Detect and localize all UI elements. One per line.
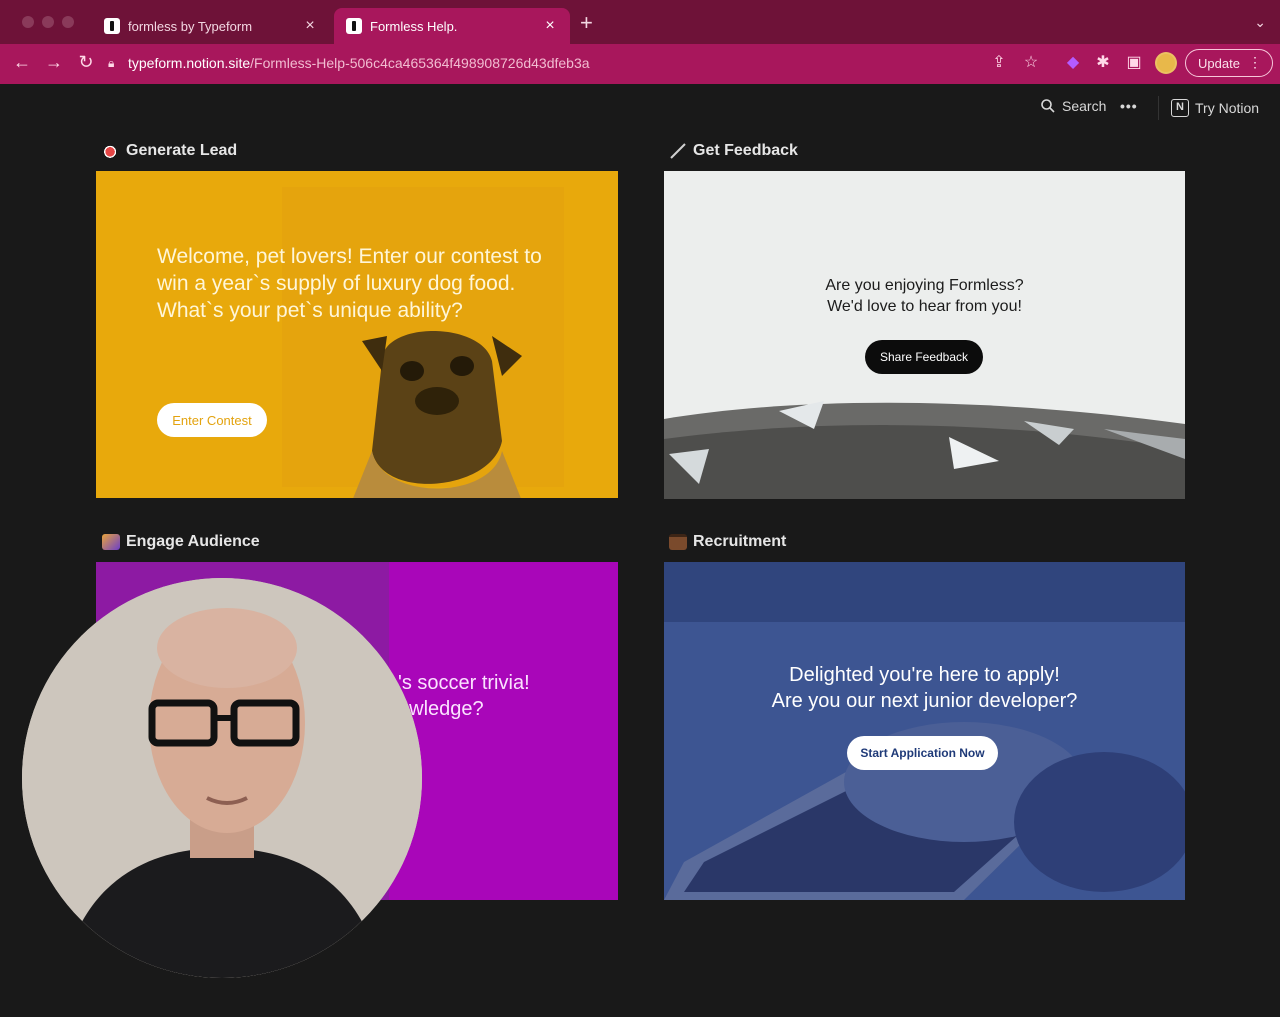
briefcase-icon — [669, 534, 687, 550]
feedback-line-1: Are you enjoying Formless? — [825, 277, 1024, 294]
search-button[interactable]: Search — [1040, 98, 1106, 114]
typeform-favicon-icon — [104, 18, 120, 34]
tab-formless-help[interactable]: Formless Help. × — [334, 8, 570, 44]
back-icon[interactable]: ← — [10, 52, 34, 73]
close-icon[interactable]: × — [302, 17, 318, 35]
search-label: Search — [1062, 98, 1107, 114]
recruit-line-1: Delighted you're here to apply! — [789, 664, 1060, 686]
pug-image — [353, 331, 522, 498]
search-icon — [1041, 99, 1055, 113]
notion-logo-icon: N — [1171, 99, 1189, 117]
section-title-recruitment: Recruitment — [669, 533, 786, 551]
close-icon[interactable]: × — [542, 17, 558, 35]
address-bar[interactable]: 🔒︎ typeform.notion.site/Formless-Help-50… — [108, 48, 1058, 78]
section-title-text: Generate Lead — [126, 142, 238, 159]
tab-title: Formless Help. — [370, 18, 458, 34]
notion-favicon-icon — [346, 18, 362, 34]
section-title-get-feedback: Get Feedback — [669, 142, 798, 160]
engage-line-2: owledge? — [398, 698, 484, 720]
browser-menu-icon[interactable]: ⋮ — [1248, 54, 1262, 71]
url-path: /Formless-Help-506c4ca465364f498908726d4… — [250, 55, 590, 71]
section-title-text: Engage Audience — [126, 533, 260, 550]
engage-line-1: 's soccer trivia! — [398, 672, 530, 694]
section-title-text: Get Feedback — [693, 142, 798, 159]
target-icon — [102, 143, 120, 159]
extensions-puzzle-icon[interactable]: ✱ — [1092, 52, 1114, 72]
get-feedback-card[interactable]: Are you enjoying Formless? We'd love to … — [664, 171, 1185, 499]
share-icon[interactable]: ⇪ — [988, 52, 1010, 72]
presenter-image — [22, 578, 422, 978]
lead-headline: Welcome, pet lovers! Enter our contest t… — [157, 245, 542, 322]
feedback-line-2: We'd love to hear from you! — [827, 298, 1022, 315]
window-close-button[interactable] — [22, 16, 34, 28]
side-panel-icon[interactable]: ▣ — [1123, 52, 1145, 72]
window-zoom-button[interactable] — [62, 16, 74, 28]
generate-lead-card[interactable]: Welcome, pet lovers! Enter our contest t… — [96, 171, 618, 498]
new-tab-icon[interactable]: + — [580, 12, 593, 34]
lock-icon: 🔒︎ — [108, 55, 115, 70]
tab-title: formless by Typeform — [128, 18, 253, 34]
feedback-prompt: Are you enjoying Formless? We'd love to … — [664, 275, 1185, 317]
window-minimize-button[interactable] — [42, 16, 54, 28]
profile-avatar[interactable] — [1155, 52, 1177, 74]
recruitment-card[interactable]: Delighted you're here to apply! Are you … — [664, 562, 1185, 900]
engage-prompt: 's soccer trivia! owledge? — [398, 670, 530, 722]
section-title-generate-lead: Generate Lead — [102, 142, 237, 160]
more-dots-icon: ••• — [1120, 98, 1138, 114]
browser-tab-bar: formless by Typeform × Formless Help. × … — [0, 0, 1280, 44]
laptop-typing-image — [664, 562, 1185, 900]
share-feedback-button[interactable]: Share Feedback — [865, 340, 983, 374]
update-label: Update — [1198, 55, 1240, 71]
section-title-text: Recruitment — [693, 533, 787, 550]
presenter-webcam — [22, 578, 422, 978]
feather-pen-icon — [670, 143, 686, 159]
more-options-button[interactable]: ••• — [1120, 98, 1138, 114]
extension-icon[interactable]: ◆ — [1062, 52, 1084, 72]
reload-icon[interactable]: ↻ — [74, 52, 98, 73]
url-host: typeform.notion.site — [128, 55, 251, 71]
forward-icon[interactable]: → — [42, 52, 66, 73]
tab-list-chevron-icon[interactable]: ⌄ — [1254, 14, 1266, 31]
enter-contest-button[interactable]: Enter Contest — [157, 403, 267, 437]
start-application-button[interactable]: Start Application Now — [847, 736, 998, 770]
recruit-prompt: Delighted you're here to apply! Are you … — [664, 662, 1185, 714]
section-title-engage-audience: Engage Audience — [102, 533, 260, 551]
try-notion-label: Try Notion — [1195, 100, 1260, 116]
bookmark-star-icon[interactable]: ☆ — [1020, 52, 1042, 72]
tab-formless-typeform[interactable]: formless by Typeform × — [92, 8, 330, 44]
try-notion-button[interactable]: N Try Notion — [1158, 96, 1259, 120]
roof-image — [664, 401, 1185, 499]
update-button[interactable]: Update ⋮ — [1185, 49, 1273, 77]
party-icon — [102, 534, 120, 550]
recruit-line-2: Are you our next junior developer? — [771, 690, 1078, 712]
